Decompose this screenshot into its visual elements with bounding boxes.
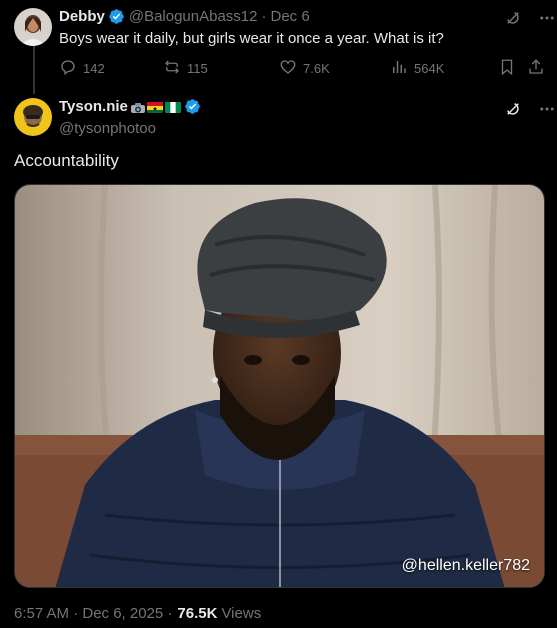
bookmark-button[interactable]: [498, 58, 516, 79]
parent-tweet[interactable]: Debby @BalogunAbass12 · Dec 6 Boys wear …: [0, 0, 557, 94]
more-icon[interactable]: [536, 98, 557, 120]
share-button[interactable]: [527, 58, 545, 79]
retweet-icon: [163, 58, 181, 79]
parent-author-name[interactable]: Debby: [59, 8, 105, 25]
ghana-flag-icon: [146, 101, 163, 113]
parent-tweet-text: Boys wear it daily, but girls wear it on…: [59, 30, 444, 47]
views-button[interactable]: 564K: [390, 58, 444, 79]
reply-author-name[interactable]: Tyson.nie: [59, 98, 128, 115]
reply-author-handle[interactable]: @tysonphotoo: [59, 120, 156, 137]
reply-tweet-text: Accountability: [14, 151, 119, 170]
parent-name-row: Debby @BalogunAbass12 · Dec 6: [59, 8, 310, 25]
verified-badge-icon: [108, 8, 125, 25]
views-icon: [390, 58, 408, 79]
like-button[interactable]: 7.6K: [279, 58, 330, 79]
reply-name-row: Tyson.nie: [59, 98, 201, 115]
parent-action-bar: 142 115 7.6K 564K: [59, 58, 547, 80]
reply-views-count: 76.5K: [177, 605, 218, 622]
reply-metadata: 6:57 AM · Dec 6, 2025 · 76.5K Views: [14, 605, 261, 622]
share-icon: [527, 58, 545, 79]
views-count-parent: 564K: [414, 61, 445, 76]
reply-count: 142: [83, 61, 105, 76]
like-icon: [279, 58, 297, 79]
separator-dot: ·: [261, 8, 267, 25]
retweet-count: 115: [187, 61, 208, 76]
grok-icon[interactable]: [502, 98, 524, 120]
like-count: 7.6K: [303, 61, 330, 76]
grok-icon[interactable]: [502, 7, 524, 29]
media-watermark: @hellen.keller782: [401, 557, 530, 574]
reply-button[interactable]: 142: [59, 58, 105, 79]
retweet-button[interactable]: 115: [163, 58, 208, 79]
verified-badge-icon: [184, 98, 201, 115]
reply-icon: [59, 58, 77, 79]
parent-date[interactable]: Dec 6: [271, 8, 310, 25]
reply-views-label: Views: [221, 605, 262, 622]
nigeria-flag-icon: [164, 101, 181, 113]
reply-timestamp[interactable]: 6:57 AM · Dec 6, 2025 ·: [14, 605, 172, 622]
parent-author-handle[interactable]: @BalogunAbass12: [129, 8, 258, 25]
camera-emoji-icon: [130, 101, 145, 113]
reply-top-icons: [502, 98, 557, 120]
parent-top-icons: [502, 7, 557, 29]
reply-avatar[interactable]: [14, 98, 52, 136]
more-icon[interactable]: [536, 7, 557, 29]
parent-avatar[interactable]: [14, 8, 52, 46]
bookmark-icon: [498, 58, 516, 79]
thread-connector-line: [33, 46, 35, 94]
reply-media-image[interactable]: @hellen.keller782: [14, 184, 545, 588]
